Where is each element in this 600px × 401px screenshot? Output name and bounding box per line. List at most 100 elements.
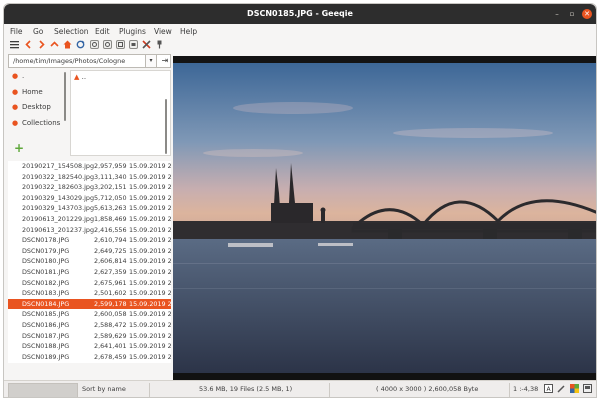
menu-view[interactable]: View bbox=[154, 27, 172, 36]
file-row[interactable]: 20190329_143703.jpg5,613,26315.09.2019 2… bbox=[8, 203, 171, 213]
path-history-dropdown[interactable]: ▾ bbox=[145, 54, 157, 68]
write-metadata-icon[interactable] bbox=[581, 384, 593, 396]
bookmark-collections[interactable]: ● Collections bbox=[12, 119, 60, 130]
file-size: 2,627,359 bbox=[94, 268, 127, 276]
maximize-button[interactable]: ▫ bbox=[567, 9, 577, 19]
file-row[interactable]: DSCN0179.JPG 2,649,72515.09.2019 23 bbox=[8, 246, 171, 256]
file-row[interactable]: DSCN0183.JPG 2,501,60215.09.2019 23 bbox=[8, 288, 171, 298]
pin-icon[interactable] bbox=[154, 40, 165, 51]
file-row[interactable]: DSCN0187.JPG 2,589,62915.09.2019 23 bbox=[8, 331, 171, 341]
up-icon[interactable] bbox=[49, 40, 60, 51]
file-row[interactable]: 20190613_201237.jpg2,416,55615.09.2019 2… bbox=[8, 225, 171, 235]
bookmark-desktop[interactable]: ● Desktop bbox=[12, 103, 51, 114]
zoom-fit-icon[interactable] bbox=[115, 40, 126, 51]
file-size: 2,600,058 bbox=[94, 310, 127, 319]
file-size: 2,641,401 bbox=[94, 342, 127, 351]
file-row[interactable]: DSCN0180.JPG 2,606,81415.09.2019 23 bbox=[8, 256, 171, 266]
window-title: DSCN0185.JPG - Geeqie bbox=[247, 9, 353, 18]
directory-tree: ▲ .. bbox=[70, 70, 171, 156]
refresh-icon[interactable] bbox=[75, 40, 86, 51]
file-row[interactable]: 20190322_182540.jpg3,111,34015.09.2019 2… bbox=[8, 172, 171, 182]
bookmark-label: . bbox=[22, 72, 25, 80]
file-row[interactable]: 20190613_201229.jpg1,858,46915.09.2019 2… bbox=[8, 214, 171, 224]
minimize-button[interactable]: – bbox=[552, 9, 562, 19]
file-size: 5,613,263 bbox=[94, 204, 127, 213]
folder-icon: ● bbox=[12, 119, 19, 127]
color-profile-icon[interactable] bbox=[568, 384, 580, 396]
path-value: /home/tim/Images/Photos/Cologne bbox=[13, 57, 126, 65]
file-date: 15.09.2019 23 bbox=[129, 268, 171, 276]
file-row[interactable]: 20190322_182603.jpg3,202,15115.09.2019 2… bbox=[8, 182, 171, 192]
file-date: 15.09.2019 23 bbox=[129, 299, 171, 308]
image-viewer[interactable] bbox=[173, 56, 596, 380]
file-date: 15.09.2019 23 bbox=[129, 204, 171, 213]
status-summary: 53.6 MB, 19 Files (2.5 MB, 1) bbox=[199, 385, 293, 393]
bookmark-current-dir[interactable]: ●. bbox=[12, 72, 24, 83]
path-go-button[interactable]: ⇥ bbox=[159, 54, 171, 68]
close-button[interactable]: ✕ bbox=[582, 9, 592, 19]
file-name: DSCN0186.JPG bbox=[22, 321, 70, 329]
file-row[interactable]: DSCN0189.JPG 2,678,45915.09.2019 23 bbox=[8, 352, 171, 362]
forward-icon[interactable] bbox=[36, 40, 47, 51]
status-separator bbox=[509, 383, 510, 397]
sort-button[interactable]: Sort by name bbox=[82, 385, 126, 393]
zoom-1-icon[interactable] bbox=[128, 40, 139, 51]
chevron-down-icon: ▾ bbox=[149, 57, 153, 64]
directory-scrollbar[interactable] bbox=[165, 99, 167, 154]
file-row[interactable]: DSCN0182.JPG 2,675,96115.09.2019 23 bbox=[8, 278, 171, 288]
file-size: 2,416,556 bbox=[94, 225, 127, 234]
bookmark-label: Home bbox=[22, 88, 43, 96]
zoom-level: 1 :-4,38 bbox=[513, 385, 539, 393]
bookmark-label: Desktop bbox=[22, 103, 51, 111]
file-row[interactable]: DSCN0188.JPG 2,641,40115.09.2019 23 bbox=[8, 341, 171, 351]
color-picker-icon[interactable] bbox=[555, 384, 567, 396]
file-date: 15.09.2019 23 bbox=[129, 342, 171, 351]
zoom-out-icon[interactable] bbox=[102, 40, 113, 51]
file-row[interactable]: 20190329_143029.jpg5,712,05015.09.2019 2… bbox=[8, 193, 171, 203]
hamburger-icon[interactable] bbox=[9, 40, 20, 51]
back-icon[interactable] bbox=[23, 40, 34, 51]
progress-bar bbox=[8, 383, 78, 397]
file-size: 1,858,469 bbox=[94, 215, 127, 223]
menu-edit[interactable]: Edit bbox=[95, 27, 110, 36]
menu-plugins[interactable]: Plugins bbox=[119, 27, 146, 36]
file-row[interactable]: DSCN0181.JPG 2,627,35915.09.2019 23 bbox=[8, 267, 171, 277]
file-name: 20190217_154508.jpg bbox=[22, 162, 95, 170]
file-date: 15.09.2019 23 bbox=[129, 331, 171, 340]
menu-go[interactable]: Go bbox=[33, 27, 43, 36]
dir-parent-item[interactable]: ▲ .. bbox=[74, 73, 86, 81]
app-window: DSCN0185.JPG - Geeqie – ▫ ✕ File Go Sele… bbox=[3, 3, 597, 398]
title-bar[interactable]: DSCN0185.JPG - Geeqie – ▫ ✕ bbox=[4, 4, 596, 24]
bookmarks-scrollbar[interactable] bbox=[64, 72, 66, 121]
file-row[interactable]: DSCN0184.JPG 2,599,17815.09.2019 23 bbox=[8, 298, 171, 310]
menu-selection[interactable]: Selection bbox=[54, 27, 89, 36]
bookmark-home[interactable]: ● Home bbox=[12, 88, 43, 99]
file-size: 3,202,151 bbox=[94, 183, 127, 192]
zoom-in-icon[interactable] bbox=[89, 40, 100, 51]
arrow-right-icon: ⇥ bbox=[161, 56, 169, 65]
file-list: 20190217_154508.jpg 2,957,959 15.09.2019 2… bbox=[8, 161, 171, 363]
menu-help[interactable]: Help bbox=[180, 27, 197, 36]
file-size: 2,610,794 bbox=[94, 236, 127, 245]
settings-icon[interactable] bbox=[141, 40, 152, 51]
exif-rotate-icon[interactable]: A bbox=[542, 384, 554, 396]
file-size: 3,111,340 bbox=[94, 172, 127, 181]
file-name: DSCN0188.JPG bbox=[22, 342, 70, 351]
home-icon[interactable] bbox=[62, 40, 73, 51]
photo-cologne-cathedral bbox=[173, 63, 596, 373]
file-row[interactable]: DSCN0178.JPG 2,610,79415.09.2019 23 bbox=[8, 235, 171, 245]
folder-icon: ● bbox=[12, 88, 19, 96]
file-size: 2,675,961 bbox=[94, 278, 127, 287]
file-date: 15.09.2019 23 bbox=[129, 225, 171, 234]
folder-up-icon: ▲ bbox=[74, 73, 80, 81]
file-row[interactable]: DSCN0185.JPG 2,600,05815.09.2019 23 bbox=[8, 309, 171, 319]
file-row[interactable]: 20190217_154508.jpg2,957,95915.09.2019 2… bbox=[8, 161, 171, 171]
file-row[interactable]: DSCN0186.JPG 2,588,47215.09.2019 23 bbox=[8, 320, 171, 330]
file-name: 20190613_201237.jpg bbox=[22, 225, 95, 234]
file-size: 2,588,472 bbox=[94, 321, 127, 329]
file-size: 2,649,725 bbox=[94, 246, 127, 255]
file-date: 15.09.2019 23 bbox=[129, 246, 171, 255]
menu-file[interactable]: File bbox=[10, 27, 23, 36]
add-bookmark-button[interactable]: + bbox=[14, 142, 24, 154]
file-name: DSCN0184.JPG bbox=[22, 299, 70, 308]
